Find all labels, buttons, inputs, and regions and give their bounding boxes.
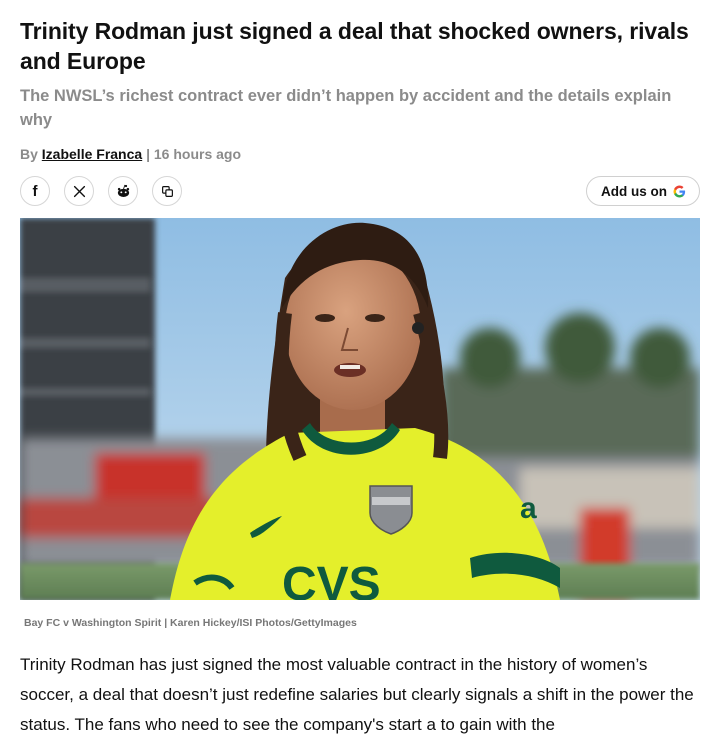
reddit-icon [117,184,129,197]
article-body: Trinity Rodman has just signed the most … [20,655,694,734]
facebook-icon: f [32,182,38,200]
photo-caption: Bay FC v Washington Spirit | Karen Hicke… [24,617,357,629]
subheadline: The NWSL’s richest contract ever didn’t … [20,87,672,129]
player-photo: CVS a [20,218,700,600]
article-header: Trinity Rodman just signed a deal that s… [20,0,700,206]
headline: Trinity Rodman just signed a deal that s… [20,18,689,74]
copy-link-button[interactable] [152,176,182,206]
byline-separator: | [146,146,150,162]
hero-photo: CVS a [20,218,700,600]
share-bar: f Add us on [20,176,700,206]
x-icon [73,185,85,197]
add-us-on-google-button[interactable]: Add us on [586,176,700,206]
copy-link-icon [161,185,173,197]
share-x-button[interactable] [64,176,94,206]
publish-time: 16 hours ago [153,146,242,162]
jersey-sponsor-text: CVS [282,558,381,600]
sleeve-logo-text: a [520,492,537,525]
author-link[interactable]: Izabelle Franca [42,146,142,162]
byline-prefix: By [20,146,38,162]
google-icon [673,185,686,197]
add-us-label: Add us on [601,183,667,199]
share-reddit-button[interactable] [108,176,138,206]
share-facebook-button[interactable]: f [20,176,50,206]
byline: By Izabelle Franca | 16 hours ago [20,144,700,164]
